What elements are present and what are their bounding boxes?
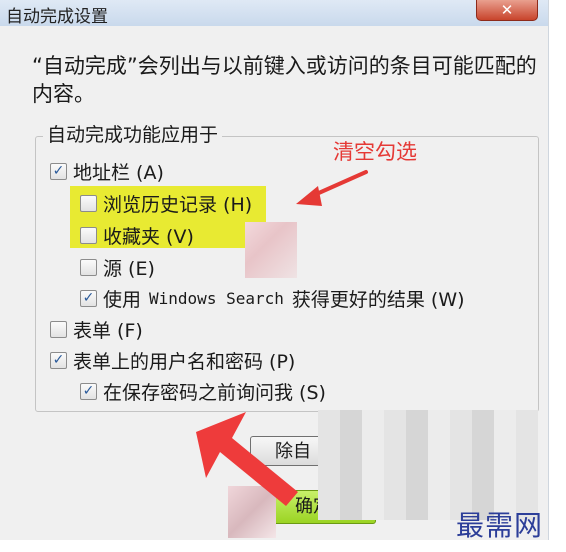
annotation-text: 清空勾选 [333, 140, 417, 164]
big-red-arrow-icon [196, 412, 298, 506]
annotation-arrows [196, 170, 368, 506]
watermark: 最需网 [456, 509, 544, 542]
red-pointer-arrow-icon [296, 170, 368, 206]
